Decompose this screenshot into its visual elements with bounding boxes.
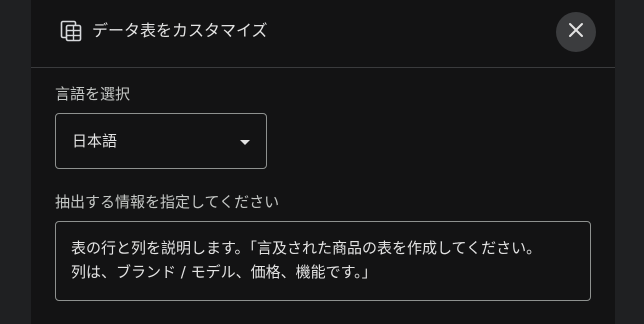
close-button[interactable] (556, 12, 596, 52)
close-icon (568, 22, 584, 42)
language-selected-value: 日本語 (72, 132, 118, 150)
chevron-down-icon (240, 140, 250, 145)
dialog-header: データ表をカスタマイズ (31, 0, 615, 68)
dialog-title: データ表をカスタマイズ (92, 21, 268, 40)
language-label: 言語を選択 (55, 85, 131, 103)
customize-table-dialog: データ表をカスタマイズ 言語を選択 日本語 抽出する情報を指定してください 表の… (31, 0, 615, 324)
extract-label: 抽出する情報を指定してください (55, 193, 280, 211)
table-customize-icon (60, 20, 82, 42)
extract-info-textarea[interactable]: 表の行と列を説明します。「言及された商品の表を作成してください。 列は、ブランド… (55, 221, 591, 301)
language-select[interactable]: 日本語 (55, 113, 267, 169)
